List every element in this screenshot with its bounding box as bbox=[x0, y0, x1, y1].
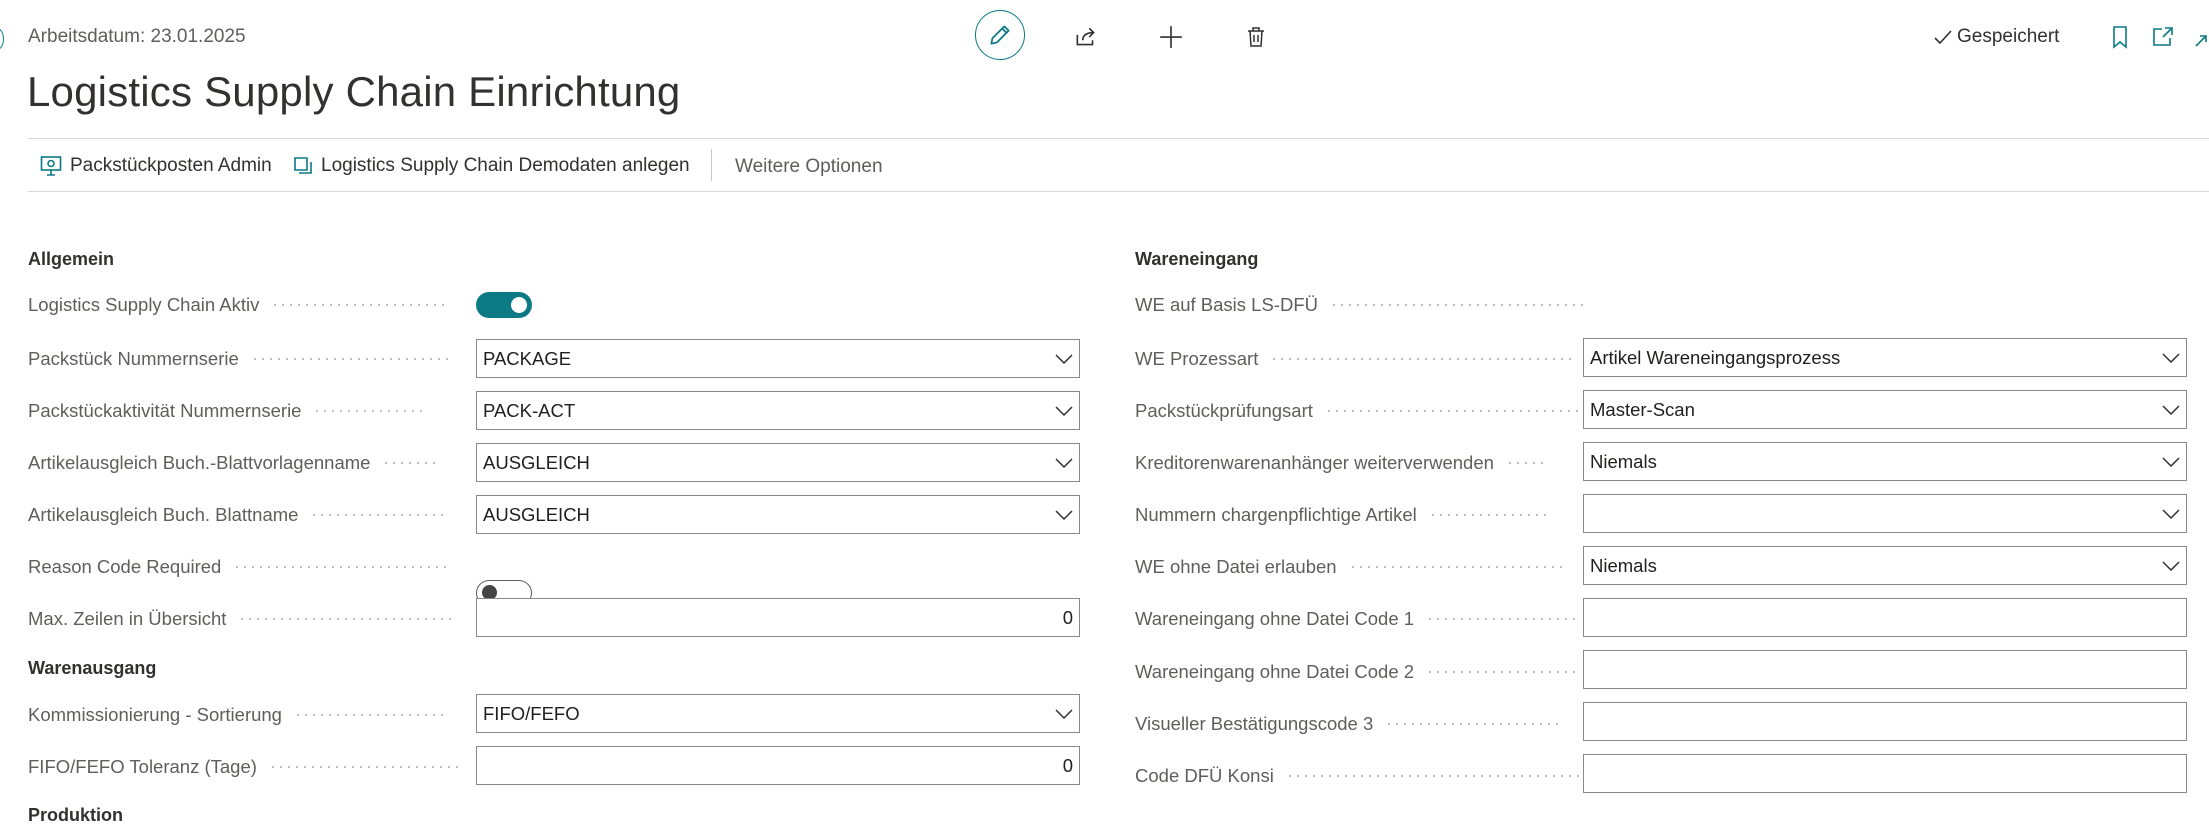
fifo-tolerance-input[interactable]: 0 bbox=[476, 746, 1080, 785]
action-separator bbox=[711, 149, 712, 181]
batch-numbers-select[interactable] bbox=[1583, 494, 2187, 533]
saved-label: Gespeichert bbox=[1957, 26, 2060, 47]
no-file-code2-label: Wareneingang ohne Datei Code 2 bbox=[1135, 661, 1577, 683]
bookmark-icon bbox=[2113, 26, 2127, 49]
package-activity-series-select[interactable]: PACK-ACT bbox=[476, 391, 1080, 430]
chevron-down-icon bbox=[1055, 405, 1073, 416]
divider bbox=[28, 138, 2209, 139]
visual-code3-input[interactable] bbox=[1583, 702, 2187, 741]
package-admin-action[interactable]: Packstückposten Admin bbox=[40, 155, 272, 177]
delete-button[interactable] bbox=[1239, 20, 1273, 54]
monitor-icon bbox=[40, 156, 62, 176]
we-process-label: WE Prozessart bbox=[1135, 348, 1575, 370]
open-new-window-button[interactable] bbox=[2146, 20, 2180, 54]
visual-code3-label: Visueller Bestätigungscode 3 bbox=[1135, 713, 1562, 735]
max-lines-input[interactable]: 0 bbox=[476, 598, 1080, 637]
we-basis-label: WE auf Basis LS-DFÜ bbox=[1135, 294, 1586, 316]
picking-sort-select[interactable]: FIFO/FEFO bbox=[476, 694, 1080, 733]
section-general: Allgemein bbox=[28, 249, 115, 269]
chevron-down-icon bbox=[2162, 404, 2180, 415]
chevron-down-icon bbox=[1055, 353, 1073, 364]
chevron-down-icon bbox=[1055, 708, 1073, 719]
picking-sort-label: Kommissionierung - Sortierung bbox=[28, 704, 446, 726]
package-series-label: Packstück Nummernserie bbox=[28, 348, 448, 370]
we-without-file-select[interactable]: Niemals bbox=[1583, 546, 2187, 585]
share-icon bbox=[1076, 27, 1095, 46]
left-edge-control[interactable] bbox=[0, 28, 4, 50]
package-check-label: Packstückprüfungsart bbox=[1135, 400, 1581, 422]
vendor-trailer-select[interactable]: Niemals bbox=[1583, 442, 2187, 481]
chevron-down-icon bbox=[2162, 508, 2180, 519]
section-inbound: Wareneingang bbox=[1135, 249, 1259, 269]
delete-icon bbox=[1248, 27, 1264, 47]
we-without-file-label: WE ohne Datei erlauben bbox=[1135, 556, 1565, 578]
package-check-select[interactable]: Master-Scan bbox=[1583, 390, 2187, 429]
section-outbound: Warenausgang bbox=[28, 658, 157, 678]
open-new-window-icon bbox=[2153, 27, 2173, 46]
batch-numbers-label: Nummern chargenpflichtige Artikel bbox=[1135, 504, 1549, 526]
item-adj-template-select[interactable]: AUSGLEICH bbox=[476, 443, 1080, 482]
edit-button[interactable] bbox=[975, 10, 1025, 60]
code-dfu-konsi-input[interactable] bbox=[1583, 754, 2187, 793]
checkmark-icon bbox=[1934, 30, 1952, 45]
page-title: Logistics Supply Chain Einrichtung bbox=[27, 68, 681, 115]
divider bbox=[28, 191, 2209, 192]
plus-icon bbox=[1160, 26, 1182, 48]
chevron-down-icon bbox=[2162, 456, 2180, 467]
chevron-down-icon bbox=[2162, 560, 2180, 571]
bookmark-button[interactable] bbox=[2103, 20, 2137, 54]
no-file-code2-input[interactable] bbox=[1583, 650, 2187, 689]
chevron-down-icon bbox=[1055, 509, 1073, 520]
no-file-code1-label: Wareneingang ohne Datei Code 1 bbox=[1135, 608, 1577, 630]
item-adj-batch-label: Artikelausgleich Buch. Blattname bbox=[28, 504, 447, 526]
code-dfu-konsi-label: Code DFÜ Konsi bbox=[1135, 765, 1590, 787]
new-button[interactable] bbox=[1154, 20, 1188, 54]
reason-code-required-label: Reason Code Required bbox=[28, 556, 450, 578]
package-series-select[interactable]: PACKAGE bbox=[476, 339, 1080, 378]
work-date[interactable]: Arbeitsdatum: 23.01.2025 bbox=[28, 26, 246, 48]
more-options-button[interactable]: Weitere Optionen bbox=[735, 156, 883, 178]
edit-icon bbox=[990, 25, 1010, 45]
demo-data-action[interactable]: Logistics Supply Chain Demodaten anlegen bbox=[293, 155, 690, 177]
max-lines-label: Max. Zeilen in Übersicht bbox=[28, 608, 455, 630]
demo-data-label: Logistics Supply Chain Demodaten anlegen bbox=[321, 155, 690, 176]
chevron-down-icon bbox=[1055, 457, 1073, 468]
chevron-down-icon bbox=[2162, 352, 2180, 363]
collapse-button[interactable] bbox=[2194, 30, 2208, 53]
no-file-code1-input[interactable] bbox=[1583, 598, 2187, 637]
share-button[interactable] bbox=[1069, 20, 1103, 54]
item-adj-batch-select[interactable]: AUSGLEICH bbox=[476, 495, 1080, 534]
vendor-trailer-label: Kreditorenwarenanhänger weiterverwenden bbox=[1135, 452, 1546, 474]
lsc-active-toggle[interactable] bbox=[476, 292, 532, 318]
collapse-icon bbox=[2195, 35, 2207, 47]
package-activity-series-label: Packstückaktivität Nummernserie bbox=[28, 400, 426, 422]
item-adj-template-label: Artikelausgleich Buch.-Blattvorlagenname bbox=[28, 452, 439, 474]
package-admin-label: Packstückposten Admin bbox=[70, 155, 272, 176]
document-icon bbox=[294, 157, 312, 174]
we-process-select[interactable]: Artikel Wareneingangsprozess bbox=[1583, 338, 2187, 377]
fifo-tolerance-label: FIFO/FEFO Toleranz (Tage) bbox=[28, 756, 461, 778]
saved-status: Gespeichert bbox=[1933, 26, 2059, 48]
lsc-active-label: Logistics Supply Chain Aktiv bbox=[28, 294, 447, 316]
